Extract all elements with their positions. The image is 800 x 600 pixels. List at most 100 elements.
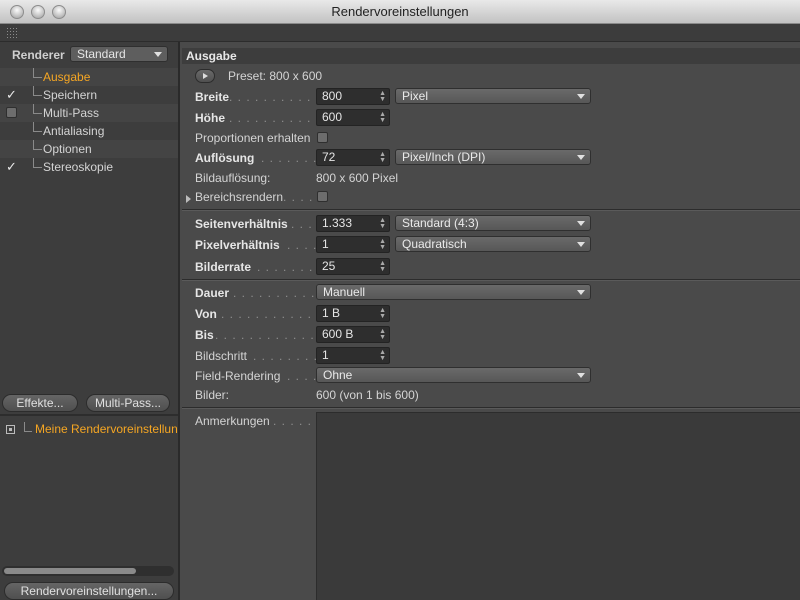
multipass-checkbox[interactable] [6, 107, 17, 118]
multipass-button[interactable]: Multi-Pass... [86, 394, 170, 412]
bis-value: 600 B [322, 327, 354, 341]
chevron-down-icon [577, 155, 585, 160]
tree-connector [33, 86, 42, 96]
sidebar-item-antialiasing[interactable]: Antialiasing [0, 122, 178, 140]
bilderrate-row: Bilderrate . . . . . . . . . [195, 258, 330, 276]
stepper-icon[interactable]: ▲ ▼ [379, 90, 386, 103]
bildschritt-value: 1 [322, 348, 329, 362]
pixelverhaeltnis-input[interactable]: 1 ▲ ▼ [316, 236, 390, 253]
sidebar-item-speichern[interactable]: ✓ Speichern [0, 86, 178, 104]
aufloesung-row: Auflösung . . . . . . . . [195, 149, 325, 167]
bereichsrendern-checkbox[interactable] [317, 191, 328, 202]
effects-button[interactable]: Effekte... [2, 394, 78, 412]
scrollbar-thumb[interactable] [4, 568, 136, 574]
field-rendering-select[interactable]: Ohne [316, 367, 591, 383]
sidebar-item-label: Ausgabe [43, 70, 91, 84]
expand-arrow-icon[interactable] [186, 195, 191, 203]
bis-input[interactable]: 600 B ▲ ▼ [316, 326, 390, 343]
anmerkungen-label: Anmerkungen [195, 414, 270, 428]
bis-label: Bis [195, 328, 214, 342]
sidebar-item-label: Multi-Pass [43, 106, 100, 120]
leader-dots: . . . . . . [273, 414, 321, 428]
checkmark-icon[interactable]: ✓ [6, 160, 17, 173]
hoehe-value: 600 [322, 110, 343, 124]
horizontal-scrollbar[interactable] [2, 566, 174, 576]
field-rendering-value: Ohne [323, 368, 353, 382]
divider [0, 414, 178, 416]
preset-play-button[interactable] [195, 69, 215, 83]
breite-unit-select[interactable]: Pixel [395, 88, 591, 104]
checkmark-icon[interactable]: ✓ [6, 88, 17, 101]
chevron-down-icon [577, 94, 585, 99]
sidebar-item-label: Stereoskopie [43, 160, 114, 174]
toolbar-strip [0, 24, 800, 42]
breite-label: Breite [195, 90, 230, 104]
tree-connector [33, 104, 42, 114]
breite-input[interactable]: 800 ▲ ▼ [316, 88, 390, 105]
stepper-icon[interactable]: ▲ ▼ [379, 217, 386, 230]
stepper-icon[interactable]: ▲ ▼ [379, 151, 386, 164]
bilder-value: 600 (von 1 bis 600) [316, 388, 419, 402]
pixelverhaeltnis-row: Pixelverhältnis . . . . [195, 236, 319, 254]
sidebar-item-multi-pass[interactable]: Multi-Pass [0, 104, 178, 122]
breite-row: Breite . . . . . . . . . . . . . [195, 88, 336, 106]
seitenverhaeltnis-preset-value: Standard (4:3) [402, 216, 479, 230]
hoehe-input[interactable]: 600 ▲ ▼ [316, 109, 390, 126]
renderer-select[interactable]: Standard [70, 46, 168, 62]
tree-connector [33, 158, 42, 168]
aufloesung-input[interactable]: 72 ▲ ▼ [316, 149, 390, 166]
stepper-icon[interactable]: ▲ ▼ [379, 238, 386, 251]
sidebar-item-optionen[interactable]: Optionen [0, 140, 178, 158]
aufloesung-value: 72 [322, 150, 336, 164]
stepper-icon[interactable]: ▲ ▼ [379, 349, 386, 362]
chevron-down-icon [577, 290, 585, 295]
anmerkungen-textarea[interactable] [316, 412, 800, 600]
chevron-down-icon [577, 373, 585, 378]
dauer-select[interactable]: Manuell [316, 284, 591, 300]
pixelverhaeltnis-select[interactable]: Quadratisch [395, 236, 591, 252]
proportionen-checkbox[interactable] [317, 132, 328, 143]
render-settings-button[interactable]: Rendervoreinstellungen... [4, 582, 174, 600]
settings-tree: Ausgabe ✓ Speichern Multi-Pass Antialias… [0, 68, 178, 176]
stepper-icon[interactable]: ▲ ▼ [379, 260, 386, 273]
tree-connector [33, 140, 42, 150]
pixelverhaeltnis-value: 1 [322, 237, 329, 251]
section-title: Ausgabe [182, 48, 800, 64]
stepper-icon[interactable]: ▲ ▼ [379, 328, 386, 341]
leader-dots: . . . . [287, 238, 318, 252]
renderer-label: Renderer [12, 48, 65, 62]
bilderrate-input[interactable]: 25 ▲ ▼ [316, 258, 390, 275]
hoehe-row: Höhe . . . . . . . . . . . . . [195, 109, 336, 127]
title-bar: Rendervoreinstellungen [0, 0, 800, 24]
pixelverhaeltnis-preset-value: Quadratisch [402, 237, 467, 251]
window-title: Rendervoreinstellungen [331, 4, 469, 19]
sidebar: Renderer Standard Ausgabe ✓ Speichern Mu… [0, 42, 180, 600]
breite-unit-value: Pixel [402, 89, 429, 103]
tree-connector [24, 422, 32, 432]
aufloesung-unit-select[interactable]: Pixel/Inch (DPI) [395, 149, 591, 165]
bilderrate-value: 25 [322, 259, 336, 273]
sidebar-item-label: Optionen [43, 142, 92, 156]
aufloesung-unit-value: Pixel/Inch (DPI) [402, 150, 486, 164]
stepper-icon[interactable]: ▲ ▼ [379, 111, 386, 124]
chevron-down-icon [577, 221, 585, 226]
dauer-row: Dauer . . . . . . . . . . . . . [195, 284, 340, 302]
preset-node-icon [6, 425, 15, 434]
bildschritt-input[interactable]: 1 ▲ ▼ [316, 347, 390, 364]
bereichsrendern-row[interactable]: Bereichsrendern . . . . . [195, 188, 325, 206]
seitenverhaeltnis-input[interactable]: 1.333 ▲ ▼ [316, 215, 390, 232]
sidebar-item-label: Speichern [43, 88, 98, 102]
bildaufloesung-value: 800 x 600 Pixel [316, 171, 399, 185]
seitenverhaeltnis-select[interactable]: Standard (4:3) [395, 215, 591, 231]
main-panel: Ausgabe Preset: 800 x 600 Breite . . . .… [182, 42, 800, 600]
sidebar-item-stereoskopie[interactable]: ✓ Stereoskopie [0, 158, 178, 176]
leader-dots: . . . . [287, 369, 318, 383]
stepper-icon[interactable]: ▲ ▼ [379, 307, 386, 320]
von-label: Von [195, 307, 217, 321]
bilderrate-label: Bilderrate [195, 260, 252, 274]
field-rendering-label: Field-Rendering [195, 369, 281, 383]
drag-grip-icon[interactable] [6, 27, 18, 39]
von-row: Von . . . . . . . . . . . . . . . [195, 305, 346, 323]
von-input[interactable]: 1 B ▲ ▼ [316, 305, 390, 322]
sidebar-item-ausgabe[interactable]: Ausgabe [0, 68, 178, 86]
